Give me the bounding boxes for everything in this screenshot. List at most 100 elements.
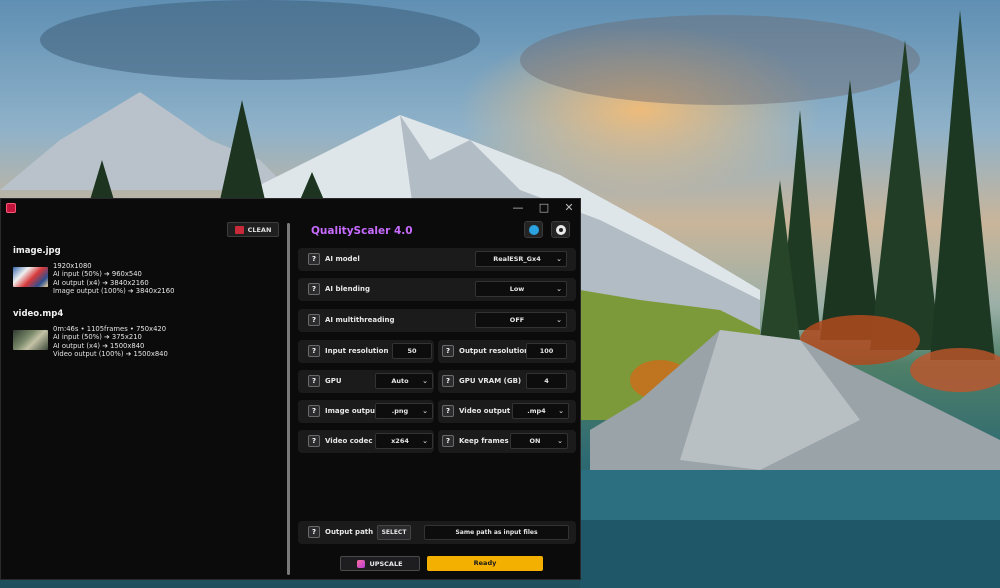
ai-blending-dropdown[interactable]: Low ⌄ [475, 281, 567, 297]
file-name: video.mp4 [13, 309, 64, 319]
video-thumbnail [13, 330, 48, 350]
ai-blending-label: AI blending [325, 285, 371, 293]
input-resolution-field[interactable]: 50 [392, 343, 432, 359]
app-window: — □ ✕ CLEAN image.jpg 1920x1080 AI input… [0, 198, 581, 580]
chevron-down-icon: ⌄ [422, 437, 428, 445]
file-info: 1920x1080 AI input (50%) ➔ 960x540 AI ou… [53, 262, 174, 296]
ai-model-dropdown[interactable]: RealESR_Gx4 ⌄ [475, 251, 567, 267]
file-info: 0m:46s • 1105frames • 750x420 AI input (… [53, 325, 168, 359]
app-title: QualityScaler 4.0 [311, 225, 413, 237]
close-window-button[interactable]: ✕ [562, 201, 576, 215]
help-button[interactable]: ? [308, 375, 320, 387]
app-logo-icon [6, 203, 16, 213]
dropdown-value: ON [529, 437, 541, 445]
maximize-button[interactable]: □ [537, 201, 551, 215]
output-path-field[interactable]: Same path as input files [424, 525, 569, 540]
help-button[interactable]: ? [308, 526, 320, 538]
gpu-row: ? GPU Auto ⌄ [298, 370, 434, 393]
output-resolution-row: ? Output resolution 100 [438, 340, 576, 363]
gpu-vram-label: GPU VRAM (GB) [459, 377, 522, 385]
file-info-line: Video output (100%) ➔ 1500x840 [53, 350, 168, 359]
video-output-row: ? Video output .mp4 ⌄ [438, 400, 576, 423]
video-output-label: Video output [459, 407, 511, 415]
help-button[interactable]: ? [308, 314, 320, 326]
chevron-down-icon: ⌄ [556, 285, 562, 293]
chevron-down-icon: ⌄ [422, 407, 428, 415]
help-button[interactable]: ? [442, 405, 454, 417]
video-codec-label: Video codec [325, 437, 373, 445]
image-output-label: Image output [325, 407, 379, 415]
chevron-down-icon: ⌄ [556, 316, 562, 324]
help-button[interactable]: ? [308, 283, 320, 295]
output-resolution-field[interactable]: 100 [526, 343, 567, 359]
file-info-line: AI output (x4) ➔ 3840x2160 [53, 278, 149, 287]
dropdown-value: Auto [391, 377, 409, 385]
help-button[interactable]: ? [442, 375, 454, 387]
clean-button-label: CLEAN [247, 225, 272, 234]
ai-model-label: AI model [325, 255, 360, 263]
help-button[interactable]: ? [442, 345, 454, 357]
output-path-row: ? Output path SELECT Same path as input … [298, 521, 576, 544]
upscale-icon [357, 559, 366, 568]
ai-multithreading-row: ? AI multithreading OFF ⌄ [298, 309, 576, 332]
github-button[interactable] [551, 221, 570, 238]
chevron-down-icon: ⌄ [558, 407, 564, 415]
telegram-button[interactable] [524, 221, 543, 238]
dropdown-value: Low [509, 285, 525, 293]
input-resolution-label: Input resolution [325, 347, 389, 355]
image-output-row: ? Image output .png ⌄ [298, 400, 434, 423]
status-indicator: Ready [427, 556, 543, 571]
clean-button[interactable]: CLEAN [227, 222, 279, 237]
video-codec-row: ? Video codec x264 ⌄ [298, 430, 434, 453]
file-info-line: AI output (x4) ➔ 1500x840 [53, 341, 145, 350]
trash-icon [234, 225, 244, 234]
dropdown-value: .mp4 [527, 407, 546, 415]
title-bar[interactable]: — □ ✕ [1, 199, 580, 217]
file-name: image.jpg [13, 246, 61, 256]
select-path-button[interactable]: SELECT [377, 525, 411, 540]
chevron-down-icon: ⌄ [557, 437, 563, 445]
keep-frames-dropdown[interactable]: ON ⌄ [510, 433, 568, 449]
panel-divider-scrollbar[interactable] [287, 223, 290, 575]
file-info-line: AI input (50%) ➔ 960x540 [53, 270, 142, 279]
file-item-image[interactable]: image.jpg 1920x1080 AI input (50%) ➔ 960… [13, 246, 174, 296]
help-button[interactable]: ? [442, 435, 454, 447]
chevron-down-icon: ⌄ [556, 255, 562, 263]
telegram-icon [528, 224, 539, 235]
settings-panel: QualityScaler 4.0 ? AI model RealESR_Gx4… [297, 217, 579, 579]
help-button[interactable]: ? [308, 253, 320, 265]
minimize-button[interactable]: — [511, 201, 525, 215]
file-info-line: Image output (100%) ➔ 3840x2160 [53, 287, 175, 296]
image-thumbnail [13, 267, 48, 287]
chevron-down-icon: ⌄ [422, 377, 428, 385]
ai-multithreading-label: AI multithreading [325, 316, 395, 324]
image-output-dropdown[interactable]: .png ⌄ [375, 403, 433, 419]
keep-frames-label: Keep frames [459, 437, 509, 445]
help-button[interactable]: ? [308, 435, 320, 447]
dropdown-value: OFF [509, 316, 525, 324]
file-info-line: 0m:46s • 1105frames • 750x420 [53, 325, 167, 333]
ai-model-row: ? AI model RealESR_Gx4 ⌄ [298, 248, 576, 271]
video-output-dropdown[interactable]: .mp4 ⌄ [512, 403, 569, 419]
dropdown-value: x264 [391, 437, 409, 445]
ai-multithreading-dropdown[interactable]: OFF ⌄ [475, 312, 567, 328]
gpu-label: GPU [325, 377, 342, 385]
dropdown-value: RealESR_Gx4 [493, 255, 541, 263]
help-button[interactable]: ? [308, 345, 320, 357]
upscale-button-label: UPSCALE [369, 559, 403, 568]
file-item-video[interactable]: video.mp4 0m:46s • 1105frames • 750x420 … [13, 309, 168, 359]
github-icon [555, 224, 566, 235]
file-info-line: AI input (50%) ➔ 375x210 [53, 333, 142, 342]
help-button[interactable]: ? [308, 405, 320, 417]
output-path-label: Output path [325, 528, 374, 536]
gpu-vram-row: ? GPU VRAM (GB) 4 [438, 370, 576, 393]
gpu-vram-field[interactable]: 4 [526, 373, 567, 389]
output-resolution-label: Output resolution [459, 347, 530, 355]
upscale-button[interactable]: UPSCALE [340, 556, 420, 571]
video-codec-dropdown[interactable]: x264 ⌄ [375, 433, 433, 449]
ai-blending-row: ? AI blending Low ⌄ [298, 278, 576, 301]
file-list-panel: CLEAN image.jpg 1920x1080 AI input (50%)… [1, 217, 285, 579]
gpu-dropdown[interactable]: Auto ⌄ [375, 373, 433, 389]
keep-frames-row: ? Keep frames ON ⌄ [438, 430, 576, 453]
file-info-line: 1920x1080 [53, 262, 92, 270]
